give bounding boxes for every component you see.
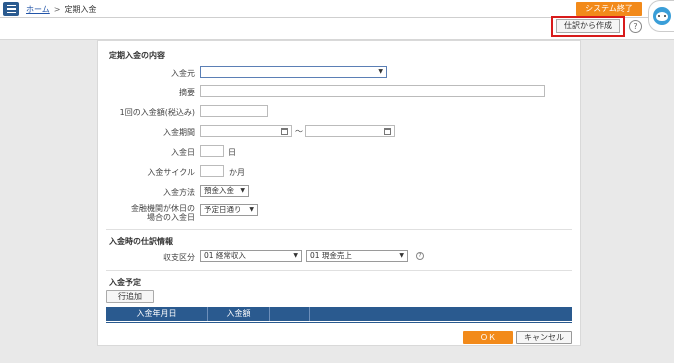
cycle-unit: か月 [229, 168, 245, 177]
cycle-input[interactable] [200, 165, 224, 177]
system-exit-button[interactable]: システム終了 [576, 2, 642, 16]
period-end-input[interactable] [305, 125, 395, 137]
breadcrumb-home-link[interactable]: ホーム [26, 5, 50, 14]
column-header-date: 入金年月日 [106, 307, 208, 321]
schedule-table-body [106, 321, 572, 323]
section-title-schedule: 入金予定 [109, 278, 141, 287]
source-label: 入金元 [171, 69, 195, 78]
breadcrumb-current: 定期入金 [64, 5, 97, 14]
menu-icon[interactable] [3, 2, 19, 16]
cancel-button[interactable]: キャンセル [516, 331, 572, 344]
subcategory-select-value: 01 現金売上 [310, 251, 352, 260]
section-divider [106, 229, 572, 230]
holiday-select-value: 予定日通り [204, 205, 242, 214]
source-select[interactable]: ▼ [200, 66, 387, 78]
period-separator: 〜 [295, 127, 303, 136]
day-label: 入金日 [171, 148, 195, 157]
category-label: 収支区分 [163, 253, 195, 262]
schedule-table-header: 入金年月日 入金額 [106, 307, 572, 321]
section-title-journal: 入金時の仕訳情報 [109, 237, 173, 246]
method-select[interactable]: 預金入金 ▼ [200, 185, 249, 197]
holiday-select[interactable]: 予定日通り ▼ [200, 204, 258, 216]
column-header-amount: 入金額 [208, 307, 270, 321]
column-header-blank [270, 307, 310, 321]
avatar-icon [653, 7, 671, 25]
period-start-input[interactable] [200, 125, 292, 137]
dropdown-arrow-icon: ▼ [399, 252, 404, 259]
category-select[interactable]: 01 経常収入 ▼ [200, 250, 302, 262]
create-from-journal-button[interactable]: 仕訳から作成 [556, 19, 620, 33]
summary-input[interactable] [200, 85, 545, 97]
method-select-value: 預金入金 [204, 186, 234, 195]
day-input[interactable] [200, 145, 224, 157]
cycle-label: 入金サイクル [147, 168, 195, 177]
breadcrumb-separator: > [53, 5, 61, 14]
method-label: 入金方法 [163, 188, 195, 197]
holiday-label-line2: 場合の入金日 [147, 213, 195, 222]
amount-input[interactable] [200, 105, 268, 117]
dropdown-arrow-icon: ▼ [293, 252, 298, 259]
amount-label: 1回の入金額(税込み) [119, 108, 195, 117]
summary-label: 摘要 [179, 88, 195, 97]
dropdown-arrow-icon: ▼ [249, 206, 254, 213]
breadcrumb: ホーム > 定期入金 [26, 4, 96, 15]
period-label: 入金期間 [163, 128, 195, 137]
main-panel: 定期入金の内容 入金元 ▼ 摘要 1回の入金額(税込み) 入金期間 〜 入金日 … [97, 40, 581, 346]
ok-button[interactable]: ＯＫ [463, 331, 513, 344]
help-icon[interactable]: ? [629, 20, 642, 33]
add-row-button[interactable]: 行追加 [106, 290, 154, 303]
dropdown-arrow-icon: ▼ [240, 187, 245, 194]
avatar-tab[interactable] [648, 0, 674, 32]
help-icon[interactable]: ? [416, 252, 424, 260]
section-divider [106, 270, 572, 271]
dropdown-arrow-icon: ▼ [378, 68, 383, 75]
calendar-icon[interactable] [384, 128, 391, 135]
calendar-icon[interactable] [281, 128, 288, 135]
day-unit: 日 [228, 148, 236, 157]
subcategory-select[interactable]: 01 現金売上 ▼ [306, 250, 408, 262]
section-title-content: 定期入金の内容 [109, 51, 165, 60]
category-select-value: 01 経常収入 [204, 251, 246, 260]
